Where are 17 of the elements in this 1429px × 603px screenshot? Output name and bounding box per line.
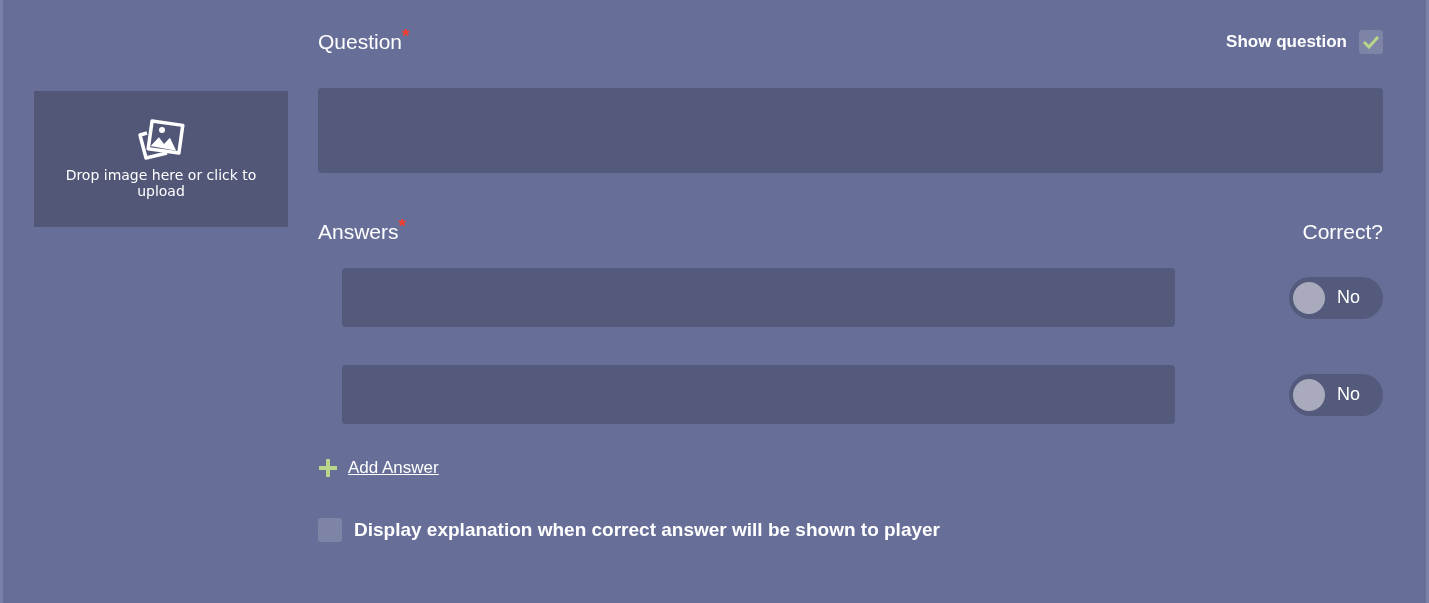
correct-label: Correct? [1302, 220, 1383, 244]
add-answer-link[interactable]: Add Answer [348, 458, 439, 478]
dropzone-text: Drop image here or click to upload [64, 167, 258, 199]
correct-toggle[interactable]: No [1289, 373, 1383, 416]
show-question-checkbox[interactable] [1359, 30, 1383, 54]
answer-field[interactable] [342, 268, 1175, 327]
correct-toggle[interactable]: No [1289, 276, 1383, 319]
image-dropzone[interactable]: Drop image here or click to upload [34, 91, 288, 227]
explanation-label: Display explanation when correct answer will be shown to player [354, 519, 940, 541]
answer-field[interactable] [342, 365, 1175, 424]
question-label: Question$^{*}$ [318, 30, 410, 54]
plus-icon [318, 458, 338, 478]
question-field[interactable] [318, 88, 1383, 173]
answers-label: Answers$^{*}$ [318, 220, 406, 244]
show-question-label: Show question [1226, 32, 1347, 52]
images-icon [137, 119, 185, 161]
check-icon [1362, 35, 1380, 49]
